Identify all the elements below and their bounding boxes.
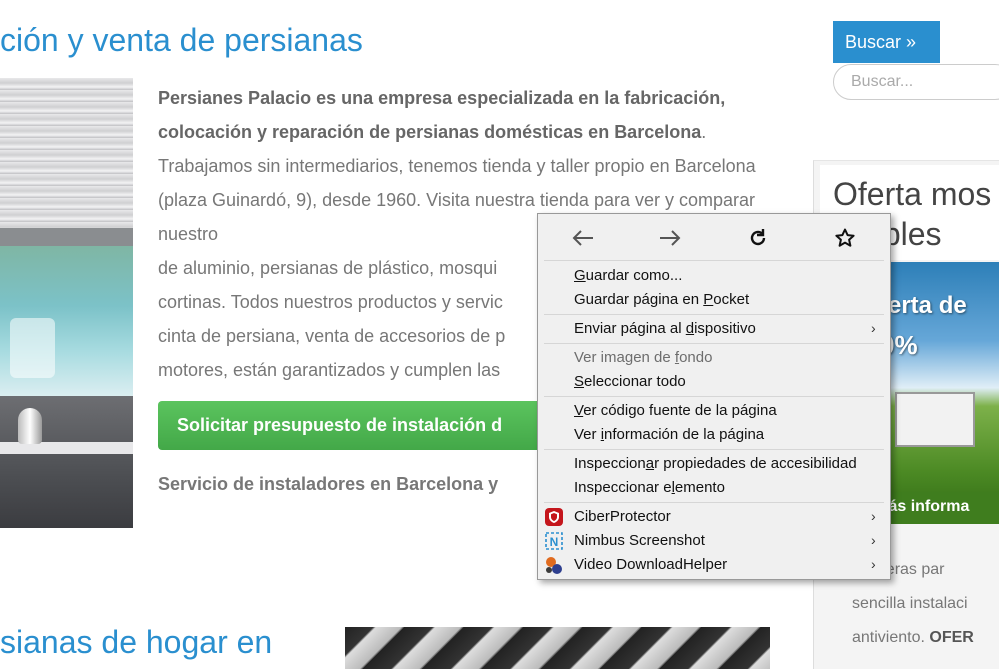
context-nav-row [538,214,890,260]
submenu-arrow-icon: › [871,556,876,572]
menu-item-view-source[interactable]: Ver código fuente de la página [538,399,890,423]
search-input[interactable] [833,64,999,100]
hero-image [0,78,133,528]
menu-item-nimbus-screenshot[interactable]: N Nimbus Screenshot › [538,529,890,553]
star-icon [835,228,855,247]
menu-item-save-to-pocket[interactable]: Guardar página en Pocket [538,288,890,312]
search-button[interactable]: Buscar » [833,21,940,63]
bookmark-button[interactable] [825,224,865,252]
intro-line: cinta de persiana, venta de accesorios d… [158,326,506,346]
menu-item-inspect-element[interactable]: Inspeccionar elemento [538,476,890,500]
context-menu: Guardar como... Guardar página en Pocket… [537,213,891,580]
submenu-arrow-icon: › [871,320,876,336]
nimbus-icon: N [545,532,563,550]
back-button[interactable] [563,224,603,252]
arrow-right-icon [660,230,681,246]
intro-bold-text: Persianes Palacio es una empresa especia… [158,88,726,142]
arrow-left-icon [572,230,593,246]
menu-item-ciberprotector[interactable]: CiberProtector › [538,505,890,529]
shield-icon [545,508,563,526]
section-title: sianas de hogar en [0,624,273,660]
molecule-icon [546,557,562,574]
intro-line: motores, están garantizados y cumplen la… [158,360,501,380]
banner-more-info: lás informa [884,498,970,515]
intro-line: de aluminio, persianas de plástico, mosq… [158,258,498,278]
menu-item-page-info[interactable]: Ver información de la página [538,423,890,447]
installers-heading: Servicio de instaladores en Barcelona y [158,474,499,494]
menu-item-inspect-accessibility[interactable]: Inspeccionar propiedades de accesibilida… [538,452,890,476]
menu-item-save-as[interactable]: Guardar como... [538,264,890,288]
submenu-arrow-icon: › [871,532,876,548]
request-quote-button[interactable]: Solicitar presupuesto de instalación d [158,401,568,450]
forward-button[interactable] [650,224,690,252]
banner-headline: ferta de [880,292,967,319]
product-image [345,627,770,669]
menu-item-send-to-device[interactable]: Enviar página al dispositivo › [538,317,890,341]
menu-item-select-all[interactable]: Seleccionar todo [538,370,890,394]
intro-line: cortinas. Todos nuestros productos y ser… [158,292,503,312]
svg-text:N: N [550,535,559,549]
offer-banner[interactable]: ferta de 0% lás informa [880,262,999,524]
menu-item-video-downloadhelper[interactable]: Video DownloadHelper › [538,553,890,577]
submenu-arrow-icon: › [871,508,876,524]
page-title: ción y venta de persianas [0,22,363,58]
reload-icon [750,229,766,246]
menu-item-view-background-image: Ver imagen de fondo [574,349,713,366]
reload-button[interactable] [738,224,778,252]
